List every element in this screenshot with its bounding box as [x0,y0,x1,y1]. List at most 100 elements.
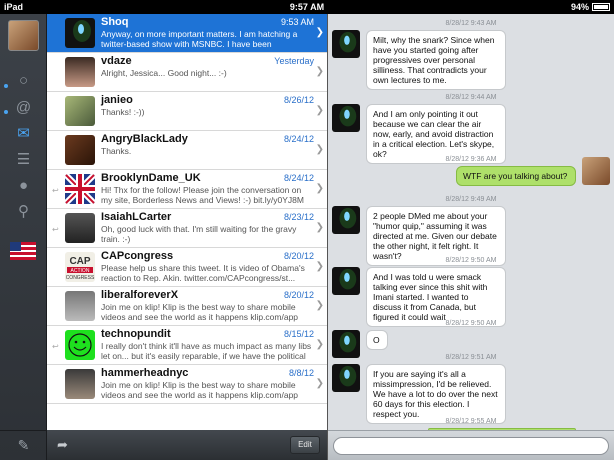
battery-percent: 94% [570,2,589,12]
avatar [582,157,610,185]
message-date: 9:53 AM [280,17,314,27]
chevron-right-icon: ❯ [315,339,324,350]
list-item[interactable]: AngryBlackLady 8/24/12 Thanks. ❯ [47,131,328,170]
list-item[interactable]: ↩ technopundit 8/15/12 I really don't th… [47,326,328,365]
message-bubble: WTF are you talking about? [456,166,576,186]
unread-dot [4,84,8,88]
dm-list: Shoq 9:53 AM Anyway, on more important m… [47,14,328,460]
sender-name: liberalforeverX [101,289,179,301]
chevron-right-icon: ❯ [315,144,324,155]
message-timestamp: 8/28/12 9:43 AM [445,20,497,27]
list-item[interactable]: hammerheadnyc 8/8/12 Join me on klip! Kl… [47,365,328,404]
message-date: 8/24/12 [283,134,314,144]
chevron-right-icon: ❯ [315,183,324,194]
conversation-pane: 8/28/12 9:43 AM Milt, why the snark? Sin… [328,14,614,460]
message-bubble: And I am only pointing it out because we… [366,104,506,164]
avatar [65,213,95,243]
list-item[interactable]: Shoq 9:53 AM Anyway, on more important m… [47,14,328,53]
message-timestamp: 8/28/12 9:36 AM [445,156,497,163]
person-icon[interactable]: ● [0,172,47,198]
list-item[interactable]: liberalforeverX 8/20/12 Join me on klip!… [47,287,328,326]
flag-icon [10,242,36,260]
at-sign-icon[interactable]: @ [0,94,47,120]
share-icon[interactable]: ➦ [57,437,68,453]
envelope-icon[interactable]: ✉ [0,120,47,146]
chevron-right-icon: ❯ [315,300,324,311]
speech-bubble-icon[interactable]: ○ [0,67,47,93]
avatar [65,96,95,126]
avatar [65,291,95,321]
sender-name: Shoq [101,16,129,28]
message-bubble: If you are saying it's all a missimpress… [366,364,506,424]
list-item[interactable]: ↩ BrooklynDame_UK 8/24/12 Hi! Thx for th… [47,170,328,209]
sender-name: AngryBlackLady [101,133,188,145]
avatar [332,30,360,58]
avatar [332,104,360,132]
message-preview: Hi! Thx for the follow! Please join the … [101,185,304,206]
avatar [65,135,95,165]
avatar [65,369,95,399]
list-item[interactable]: vdaze Yesterday Alright, Jessica... Good… [47,53,328,92]
message-timestamp: 8/28/12 9:51 AM [445,354,497,361]
message-preview: Join me on klip! Klip is the best way to… [101,380,299,400]
list-item[interactable]: CAP ACTION CONGRESS CAPcongress 8/20/12 Pl… [47,248,328,287]
sender-name: vdaze [101,55,132,67]
chevron-right-icon: ❯ [315,261,324,272]
message-date: 8/15/12 [283,329,314,339]
message-timestamp: 8/28/12 9:55 AM [445,418,497,425]
avatar [65,18,95,48]
list-item[interactable]: ↩ IsaiahLCarter 8/23/12 Oh, good luck wi… [47,209,328,248]
clock: 9:57 AM [289,2,325,12]
message-timestamp: 8/28/12 9:50 AM [445,320,497,327]
message-timestamp: 8/28/12 9:44 AM [445,94,497,101]
message-bubble: O [366,330,388,350]
message-date: Yesterday [274,56,314,66]
battery-indicator: 94% [571,0,610,14]
composer-bar [328,430,614,460]
chevron-right-icon: ❯ [315,222,324,233]
sender-name: CAPcongress [101,250,174,262]
unread-dot [4,110,8,114]
edit-button[interactable]: Edit [290,436,320,454]
message-date: 8/20/12 [283,290,314,300]
sidebar: ○ @ ✉ ☰ ● ⚲ ✎ [0,14,47,460]
status-bar: iPad 9:57 AM 94% [0,0,614,14]
message-preview: Join me on klip! Klip is the best way to… [101,302,299,322]
reply-icon: ↩ [52,225,59,234]
message-timestamp: 8/28/12 9:49 AM [445,196,497,203]
avatar [332,267,360,295]
list-item[interactable]: janieo 8/26/12 Thanks! :-)) ❯ [47,92,328,131]
list-icon[interactable]: ☰ [0,146,47,172]
avatar [332,364,360,392]
avatar [65,57,95,87]
message-preview: Oh, good luck with that. I'm still waiti… [101,224,297,244]
message-date: 8/8/12 [288,368,314,378]
search-icon[interactable]: ⚲ [0,198,47,224]
message-bubble: And I was told u were smack talking ever… [366,267,506,327]
svg-text:ACTION: ACTION [71,268,90,274]
list-toolbar: ➦ Edit [47,430,328,460]
message-date: 8/20/12 [283,251,314,261]
message-preview: Alright, Jessica... Good night... :-) [101,68,227,78]
message-input[interactable] [333,437,609,455]
cap-logo: CAPACTIONCONGRESS [66,256,95,281]
compose-icon[interactable]: ✎ [0,430,47,460]
sender-name: technopundit [101,328,171,340]
chevron-right-icon: ❯ [315,105,324,116]
svg-text:CONGRESS: CONGRESS [66,275,95,281]
message-preview: Thanks. [101,146,132,156]
message-bubble: Milt, why the snark? Since when have you… [366,30,506,90]
sender-name: hammerheadnyc [101,367,189,379]
message-preview: Please help us share this tweet. It is v… [101,263,305,283]
avatar: CAP ACTION CONGRESS [65,252,95,282]
message-preview: Thanks! :-)) [101,107,145,117]
chevron-right-icon: ❯ [315,378,324,389]
avatar [332,206,360,234]
account-avatar[interactable] [8,20,39,51]
message-date: 8/26/12 [283,95,314,105]
sender-name: janieo [101,94,133,106]
message-preview: Anyway, on more important matters. I am … [101,29,298,49]
message-preview: I really don't think it'll have as much … [101,341,312,361]
sender-name: BrooklynDame_UK [101,172,201,184]
reply-icon: ↩ [52,186,59,195]
